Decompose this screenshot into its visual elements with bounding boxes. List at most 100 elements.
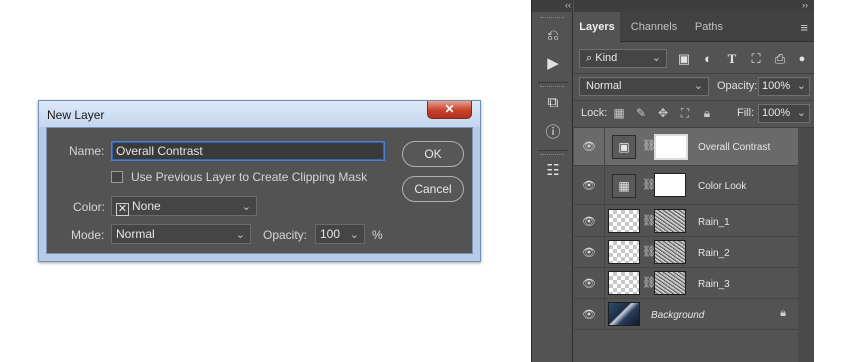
layer-divider: [604, 206, 605, 236]
fill-label: Fill:: [737, 107, 755, 119]
filter-shape-icon[interactable]: ⛶: [747, 50, 765, 68]
layer-thumbnail: [608, 271, 640, 295]
fill-input[interactable]: 100% ⌄: [758, 104, 810, 123]
layer-row-rain-2[interactable]: 👁︎ ⛓ Rain_2: [574, 237, 798, 268]
lock-artboard-icon[interactable]: ⛶: [676, 104, 694, 122]
tab-layers[interactable]: Layers: [574, 12, 620, 42]
new-layer-dialog: New Layer ✕ Name: Overall Contrast Use P…: [38, 100, 481, 262]
layer-row-rain-3[interactable]: 👁︎ ⛓ Rain_3: [574, 268, 798, 299]
clipping-mask-checkbox[interactable]: [111, 171, 123, 183]
layer-mask-thumbnail[interactable]: [654, 209, 686, 233]
filter-kind-select[interactable]: ⌕ Kind ⌄: [579, 49, 667, 68]
layer-mask-thumbnail[interactable]: [654, 134, 688, 160]
lock-all-icon[interactable]: 🔒︎: [698, 104, 716, 122]
visibility-eye-icon[interactable]: 👁︎: [581, 277, 597, 290]
layer-divider: [604, 268, 605, 298]
visibility-eye-icon[interactable]: 👁︎: [581, 140, 597, 153]
collapse-strip-button[interactable]: ‹‹: [532, 0, 573, 12]
lock-icon[interactable]: 🔒︎: [780, 307, 786, 320]
lock-transparent-icon[interactable]: ▦: [610, 104, 628, 122]
layer-mask-thumbnail[interactable]: [654, 173, 686, 197]
strip-grip[interactable]: [540, 17, 564, 20]
filter-type-icon[interactable]: T: [723, 50, 741, 68]
adjustment-color-lookup-icon: ▦: [612, 174, 636, 198]
mode-label: Mode:: [71, 228, 105, 242]
tab-channels[interactable]: Channels: [624, 12, 684, 42]
expand-arrows-icon: ››: [802, 0, 808, 10]
layer-divider: [604, 167, 605, 204]
color-value: None: [132, 199, 161, 213]
filter-pixel-icon[interactable]: ▣: [675, 50, 693, 68]
close-icon: ✕: [444, 102, 455, 116]
strip-grip[interactable]: [540, 154, 564, 157]
opacity-value: 100: [320, 227, 341, 241]
cancel-button[interactable]: Cancel: [402, 176, 464, 202]
layer-thumbnail: [608, 209, 640, 233]
properties-icon[interactable]: ☷: [542, 160, 564, 182]
3d-cube-icon[interactable]: ⧉: [542, 92, 564, 114]
strip-separator: [538, 150, 568, 151]
tab-paths[interactable]: Paths: [688, 12, 730, 42]
layer-mask-thumbnail[interactable]: [654, 240, 686, 264]
layer-name: Rain_1: [698, 217, 730, 228]
panel-tabbar: Layers Channels Paths ≡: [574, 12, 814, 42]
dialog-title: New Layer: [47, 108, 105, 122]
layer-row-overall-contrast[interactable]: 👁︎ ▣ ⛓ Overall Contrast: [574, 128, 798, 166]
dialog-body: Name: Overall Contrast Use Previous Laye…: [46, 127, 473, 254]
row-separator: [574, 73, 814, 74]
row-separator: [574, 100, 814, 101]
opacity-input[interactable]: 100 ⌄: [315, 224, 365, 244]
filter-smart-object-icon[interactable]: ⎙: [771, 50, 789, 68]
filter-toggle-icon[interactable]: ●: [793, 50, 811, 68]
panel-menu-icon[interactable]: ≡: [800, 20, 808, 35]
expand-panel-button[interactable]: ››: [574, 0, 814, 12]
strip-separator: [538, 82, 568, 83]
play-actions-icon[interactable]: ▶: [542, 53, 564, 75]
info-icon[interactable]: ⓘ: [542, 122, 564, 144]
mode-select[interactable]: Normal ⌄: [111, 224, 251, 244]
name-input[interactable]: Overall Contrast: [111, 141, 385, 161]
layer-row-color-look[interactable]: 👁︎ ▦ ⛓ Color Look: [574, 167, 798, 205]
adjustment-curves-icon: ▣: [612, 135, 636, 159]
close-button[interactable]: ✕: [427, 101, 472, 119]
chevron-down-icon: ⌄: [693, 80, 703, 92]
color-select[interactable]: ✕ None ⌄: [111, 196, 257, 216]
chevron-down-icon: ⌄: [349, 229, 359, 241]
layer-divider: [604, 128, 605, 165]
lock-move-icon[interactable]: ✥: [654, 104, 672, 122]
layer-row-rain-1[interactable]: 👁︎ ⛓ Rain_1: [574, 206, 798, 237]
lock-label: Lock:: [581, 107, 608, 119]
blend-mode-value: Normal: [586, 80, 622, 92]
blend-mode-select[interactable]: Normal ⌄: [579, 77, 709, 96]
layers-scrollbar[interactable]: [798, 128, 814, 362]
opacity-label: Opacity:: [263, 228, 308, 242]
collapsed-panel-strip: ‹‹ ⎌ ▶ ⧉ ⓘ ☷: [532, 0, 573, 362]
layer-name: Rain_2: [698, 248, 730, 259]
layer-name: Rain_3: [698, 279, 730, 290]
visibility-eye-icon[interactable]: 👁︎: [581, 308, 597, 321]
opacity-input[interactable]: 100% ⌄: [758, 77, 810, 96]
lock-brush-icon[interactable]: ✎: [632, 104, 650, 122]
filter-adjustment-icon[interactable]: ◐: [699, 50, 717, 68]
no-color-swatch-icon: ✕: [116, 203, 129, 216]
background-thumbnail: [608, 302, 640, 326]
search-icon: ⌕: [586, 52, 593, 64]
layer-divider: [604, 237, 605, 267]
mode-value: Normal: [116, 227, 155, 241]
dialog-titlebar[interactable]: New Layer ✕: [39, 101, 480, 127]
strip-grip[interactable]: [540, 86, 564, 89]
opacity-label: Opacity:: [717, 80, 758, 92]
clipping-mask-label: Use Previous Layer to Create Clipping Ma…: [131, 170, 368, 184]
layer-name: Color Look: [698, 181, 747, 192]
layer-mask-thumbnail[interactable]: [654, 271, 686, 295]
chevron-down-icon: ⌄: [796, 80, 806, 92]
ok-button[interactable]: OK: [402, 141, 464, 167]
layer-row-background[interactable]: 👁︎ Background 🔒︎: [574, 299, 798, 330]
collapse-arrows-icon: ‹‹: [565, 0, 571, 10]
visibility-eye-icon[interactable]: 👁︎: [581, 179, 597, 192]
visibility-eye-icon[interactable]: 👁︎: [581, 215, 597, 228]
visibility-eye-icon[interactable]: 👁︎: [581, 246, 597, 259]
layers-panel-dock: ‹‹ ⎌ ▶ ⧉ ⓘ ☷ ›› Layers Channels Paths ≡ …: [531, 0, 814, 362]
layer-name: Overall Contrast: [698, 142, 771, 153]
history-icon[interactable]: ⎌: [542, 25, 564, 47]
